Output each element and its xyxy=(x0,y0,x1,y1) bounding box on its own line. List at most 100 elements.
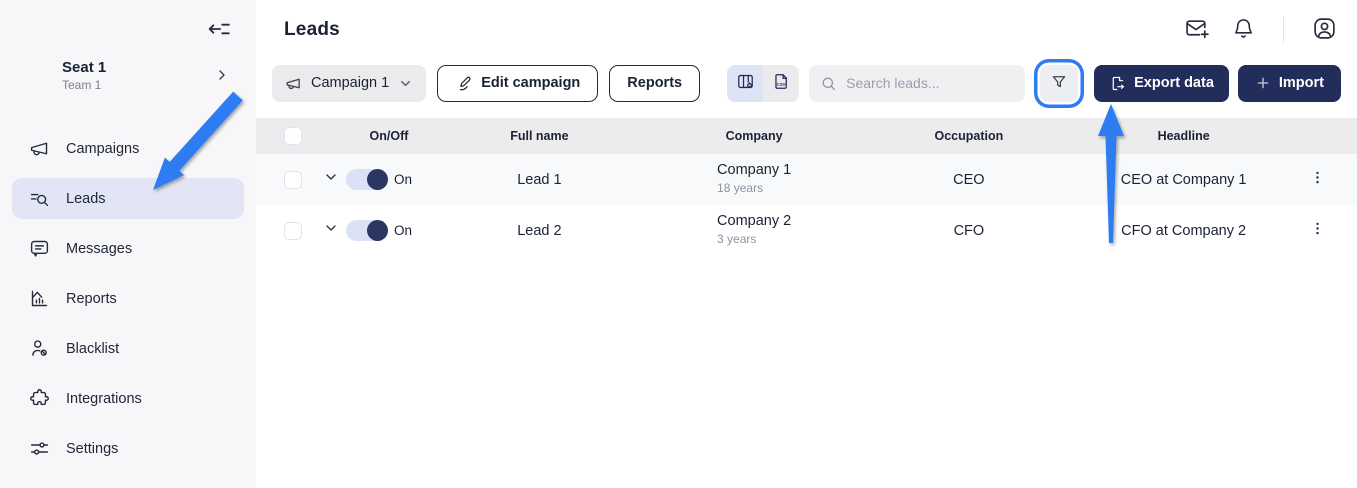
chevron-right-icon xyxy=(214,67,230,88)
svg-text:CSV: CSV xyxy=(776,82,785,87)
chat-bubble-icon xyxy=(28,238,50,260)
export-data-button[interactable]: Export data xyxy=(1094,65,1229,102)
megaphone-icon xyxy=(28,138,50,160)
sidebar-item-label: Integrations xyxy=(66,391,142,407)
puzzle-icon xyxy=(28,388,50,410)
edit-campaign-label: Edit campaign xyxy=(481,75,580,91)
view-toggle: CSV xyxy=(727,65,799,102)
export-file-icon xyxy=(1109,75,1126,92)
search-box xyxy=(809,65,1025,102)
table-view-button[interactable] xyxy=(727,65,763,102)
table-header-row: On/Off Full name Company Occupation Head… xyxy=(256,118,1357,154)
page-title: Leads xyxy=(284,19,340,41)
user-avatar-icon xyxy=(1312,16,1337,44)
lead-company-tenure: 18 years xyxy=(717,181,791,195)
sidebar-item-reports[interactable]: Reports xyxy=(12,278,244,319)
sidebar-item-settings[interactable]: Settings xyxy=(12,428,244,469)
expand-row-button[interactable] xyxy=(316,169,346,190)
row-menu-button[interactable] xyxy=(1291,220,1343,242)
topbar: Leads xyxy=(256,0,1357,60)
seat-selector[interactable]: Seat 1 Team 1 xyxy=(0,59,256,92)
expand-row-button[interactable] xyxy=(316,220,346,241)
reports-button-label: Reports xyxy=(627,75,682,91)
row-checkbox[interactable] xyxy=(284,222,302,240)
sidebar-item-label: Messages xyxy=(66,241,132,257)
lead-search-icon xyxy=(28,188,50,210)
app-window: Seat 1 Team 1 Campaigns xyxy=(0,0,1357,488)
lead-onoff-toggle[interactable] xyxy=(346,220,388,241)
user-blocked-icon xyxy=(28,338,50,360)
toolbar: Campaign 1 Edit campaign Reports xyxy=(272,64,1341,102)
edit-campaign-button[interactable]: Edit campaign xyxy=(437,65,598,102)
table-settings-icon xyxy=(736,72,755,94)
sidebar-item-messages[interactable]: Messages xyxy=(12,228,244,269)
invite-button[interactable] xyxy=(1185,16,1210,44)
sidebar: Seat 1 Team 1 Campaigns xyxy=(0,0,256,488)
mail-plus-icon xyxy=(1185,16,1210,44)
export-data-label: Export data xyxy=(1134,75,1214,91)
notifications-button[interactable] xyxy=(1232,17,1255,43)
row-menu-button[interactable] xyxy=(1291,169,1343,191)
reports-button[interactable]: Reports xyxy=(609,65,700,102)
seat-subtitle: Team 1 xyxy=(62,78,232,92)
csv-view-button[interactable]: CSV xyxy=(763,65,799,102)
topbar-divider xyxy=(1283,17,1284,43)
column-header-onoff: On/Off xyxy=(346,129,432,143)
lead-company-tenure: 3 years xyxy=(717,232,791,246)
toggle-state-label: On xyxy=(394,172,412,187)
search-leads-input[interactable] xyxy=(846,75,1014,91)
leads-table: On/Off Full name Company Occupation Head… xyxy=(256,118,1357,256)
search-icon xyxy=(820,75,837,92)
edit-pencil-icon xyxy=(455,75,472,92)
chart-icon xyxy=(28,288,50,310)
collapse-sidebar-button[interactable] xyxy=(206,16,232,45)
account-button[interactable] xyxy=(1312,16,1337,44)
seat-title: Seat 1 xyxy=(62,59,232,76)
csv-file-icon: CSV xyxy=(772,72,791,94)
import-label: Import xyxy=(1279,75,1324,91)
sidebar-item-label: Reports xyxy=(66,291,117,307)
lead-full-name: Lead 2 xyxy=(432,223,647,239)
lead-company: Company 1 xyxy=(717,162,791,178)
table-row: On Lead 1 Company 1 18 years CEO CEO at … xyxy=(256,154,1357,205)
chevron-down-icon xyxy=(323,169,339,190)
lead-onoff-toggle[interactable] xyxy=(346,169,388,190)
lead-headline: CEO at Company 1 xyxy=(1076,172,1291,188)
lead-occupation: CFO xyxy=(862,223,1077,239)
funnel-icon xyxy=(1050,73,1068,94)
kebab-menu-icon xyxy=(1309,220,1326,242)
table-row: On Lead 2 Company 2 3 years CFO CFO at C… xyxy=(256,205,1357,256)
column-header-company: Company xyxy=(647,129,862,143)
lead-occupation: CEO xyxy=(862,172,1077,188)
sidebar-item-label: Leads xyxy=(66,191,106,207)
toggle-knob xyxy=(367,169,388,190)
column-header-full-name: Full name xyxy=(432,129,647,143)
plus-icon xyxy=(1255,75,1271,91)
column-header-headline: Headline xyxy=(1076,129,1291,143)
lead-full-name: Lead 1 xyxy=(432,172,647,188)
sidebar-item-label: Blacklist xyxy=(66,341,119,357)
megaphone-icon xyxy=(285,75,302,92)
sidebar-item-campaigns[interactable]: Campaigns xyxy=(12,128,244,169)
import-button[interactable]: Import xyxy=(1238,65,1341,102)
chevron-down-icon xyxy=(323,220,339,241)
filter-button[interactable] xyxy=(1040,65,1078,102)
row-checkbox[interactable] xyxy=(284,171,302,189)
toggle-knob xyxy=(367,220,388,241)
toggle-state-label: On xyxy=(394,223,412,238)
select-all-checkbox[interactable] xyxy=(284,127,302,145)
campaign-selector[interactable]: Campaign 1 xyxy=(272,65,426,102)
sliders-icon xyxy=(28,438,50,460)
campaign-selector-label: Campaign 1 xyxy=(311,75,389,91)
column-header-occupation: Occupation xyxy=(862,129,1077,143)
sidebar-item-blacklist[interactable]: Blacklist xyxy=(12,328,244,369)
sidebar-item-integrations[interactable]: Integrations xyxy=(12,378,244,419)
lead-company: Company 2 xyxy=(717,213,791,229)
collapse-sidebar-icon xyxy=(206,16,232,45)
sidebar-item-label: Settings xyxy=(66,441,118,457)
kebab-menu-icon xyxy=(1309,169,1326,191)
lead-headline: CFO at Company 2 xyxy=(1076,223,1291,239)
sidebar-item-leads[interactable]: Leads xyxy=(12,178,244,219)
bell-icon xyxy=(1232,17,1255,43)
chevron-down-icon xyxy=(398,76,413,91)
